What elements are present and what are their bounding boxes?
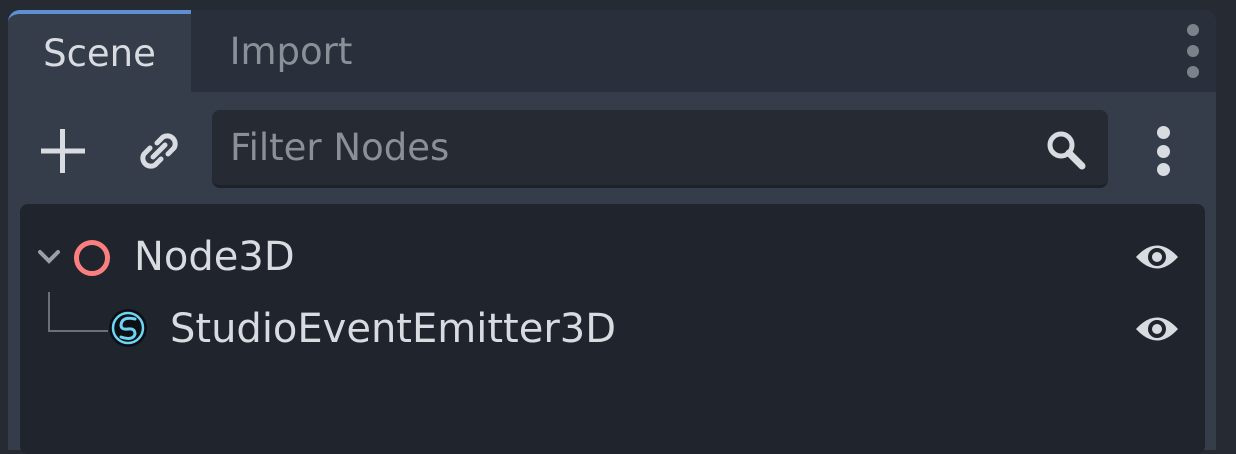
scene-tree-menu-icon[interactable] [1154, 126, 1172, 176]
tab-menu-icon[interactable] [1178, 24, 1208, 78]
tree-row-node3d[interactable]: Node3D [20, 220, 1205, 296]
visibility-eye-icon[interactable] [1134, 240, 1180, 274]
tree-row-label: StudioEventEmitter3D [170, 306, 617, 352]
chevron-down-icon[interactable] [36, 248, 62, 266]
visibility-eye-icon[interactable] [1134, 312, 1180, 346]
filter-nodes-input[interactable] [212, 110, 1032, 185]
scene-tree: Node3D StudioEventEmitter3D [20, 204, 1205, 454]
instantiate-scene-button[interactable] [132, 124, 186, 178]
fmod-emitter-icon [109, 309, 147, 347]
filter-nodes-field [212, 110, 1108, 188]
add-node-button[interactable] [36, 124, 90, 178]
tree-row-studio-event-emitter[interactable]: StudioEventEmitter3D [20, 292, 1205, 368]
node3d-icon [74, 240, 110, 276]
tree-row-label: Node3D [134, 234, 295, 280]
plus-icon [41, 129, 85, 173]
tab-scene[interactable]: Scene [8, 10, 191, 92]
search-icon [1047, 131, 1086, 170]
link-icon [140, 133, 178, 169]
tab-import[interactable]: Import [191, 10, 391, 92]
